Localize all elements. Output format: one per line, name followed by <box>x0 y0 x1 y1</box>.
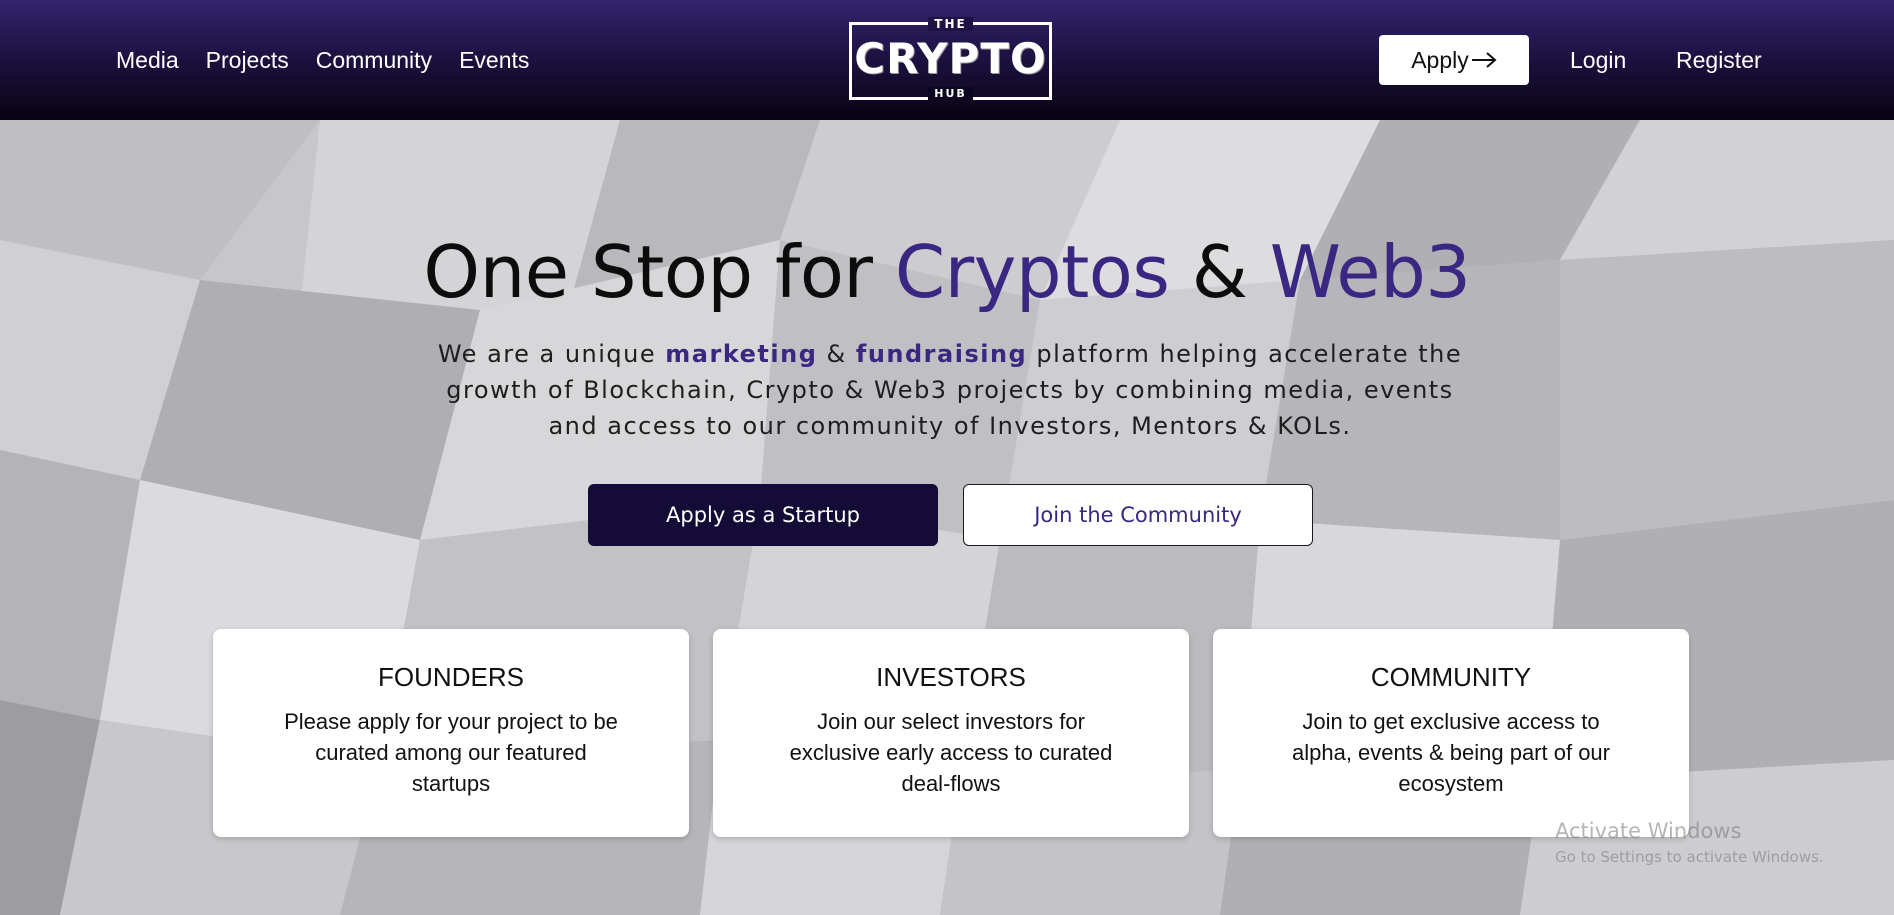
card-title: INVESTORS <box>876 662 1026 692</box>
nav-projects-link[interactable]: Projects <box>206 47 289 74</box>
windows-activation-watermark: Activate Windows Go to Settings to activ… <box>1555 817 1824 869</box>
card-description: Please apply for your project to be cura… <box>284 709 618 796</box>
hero-headline: One Stop for Cryptos & Web3 <box>0 226 1894 318</box>
join-community-button[interactable]: Join the Community <box>963 484 1313 546</box>
card-title: FOUNDERS <box>378 662 524 692</box>
watermark-line-2: Go to Settings to activate Windows. <box>1555 848 1824 866</box>
logo-the-text: THE <box>849 17 1052 31</box>
hero-description: We are a unique marketing & fundraising … <box>420 336 1480 444</box>
card-title: COMMUNITY <box>1370 662 1532 692</box>
apply-button-label: Apply <box>1411 46 1469 73</box>
arrow-right-icon <box>1471 52 1497 68</box>
register-link[interactable]: Register <box>1676 0 1762 120</box>
investors-card[interactable]: INVESTORS Join our select investors for … <box>713 629 1189 837</box>
watermark-line-1: Activate Windows <box>1555 819 1742 843</box>
crypto-hub-logo[interactable]: THE CRYPTO HUB <box>849 17 1052 100</box>
headline-ampersand: & <box>1191 230 1248 314</box>
logo-hub-text: HUB <box>849 87 1052 100</box>
nav-media-link[interactable]: Media <box>116 47 179 74</box>
nav-community-link[interactable]: Community <box>316 47 432 74</box>
apply-button[interactable]: Apply <box>1379 35 1529 85</box>
apply-as-startup-button[interactable]: Apply as a Startup <box>588 484 938 546</box>
headline-text-1: One Stop for <box>423 230 873 314</box>
description-text-1: We are a unique <box>437 340 657 368</box>
top-navigation-bar: Media Projects Community Events THE CRYP… <box>0 0 1894 120</box>
description-ampersand: & <box>826 340 847 368</box>
highlight-fundraising: fundraising <box>855 340 1028 368</box>
nav-events-link[interactable]: Events <box>459 47 529 74</box>
card-description: Join our select investors for exclusive … <box>789 709 1113 796</box>
founders-card[interactable]: FOUNDERS Please apply for your project t… <box>213 629 689 837</box>
headline-accent-cryptos: Cryptos <box>894 230 1170 314</box>
community-card[interactable]: COMMUNITY Join to get exclusive access t… <box>1213 629 1689 837</box>
card-description: Join to get exclusive access to alpha, e… <box>1292 709 1610 796</box>
highlight-marketing: marketing <box>665 340 818 368</box>
login-link[interactable]: Login <box>1570 0 1626 120</box>
main-nav: Media Projects Community Events <box>116 0 529 120</box>
logo-main-text: CRYPTO <box>854 34 1047 83</box>
headline-accent-web3: Web3 <box>1269 230 1471 314</box>
